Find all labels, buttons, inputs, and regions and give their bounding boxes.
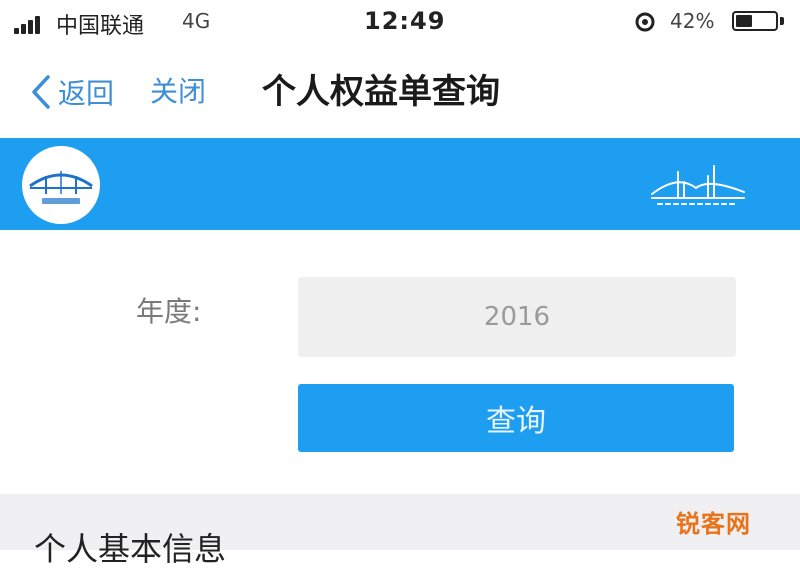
signal-strength-icon [14, 14, 48, 34]
chevron-left-icon [32, 75, 50, 109]
section-title: 个人基本信息 [34, 530, 227, 568]
watermark-text: 锐客网 [676, 510, 751, 538]
page-title: 个人权益单查询 [262, 72, 500, 112]
back-label: 返回 [58, 77, 115, 110]
year-input[interactable] [298, 277, 736, 357]
site-watermark: 锐客网 [676, 504, 762, 538]
navigation-bar: 返回 关闭 个人权益单查询 [0, 48, 800, 136]
back-button[interactable]: 返回 [30, 72, 114, 112]
query-button[interactable]: 查询 [298, 384, 734, 452]
year-label: 年度: [136, 295, 202, 328]
battery-level [736, 15, 752, 27]
network-type: 4G [182, 9, 211, 33]
bridge-outline-icon [651, 165, 745, 205]
bridge-logo-icon [22, 146, 100, 224]
battery-icon [732, 11, 778, 31]
status-time: 12:49 [364, 7, 446, 35]
close-button[interactable]: 关闭 [150, 72, 206, 112]
battery-percentage: 42% [670, 9, 715, 33]
carrier-name: 中国联通 [56, 14, 145, 39]
header-banner [0, 138, 800, 230]
battery-tip [780, 17, 784, 25]
status-bar: 中国联通 4G 12:49 42% [0, 0, 800, 48]
alarm-icon [635, 12, 655, 32]
